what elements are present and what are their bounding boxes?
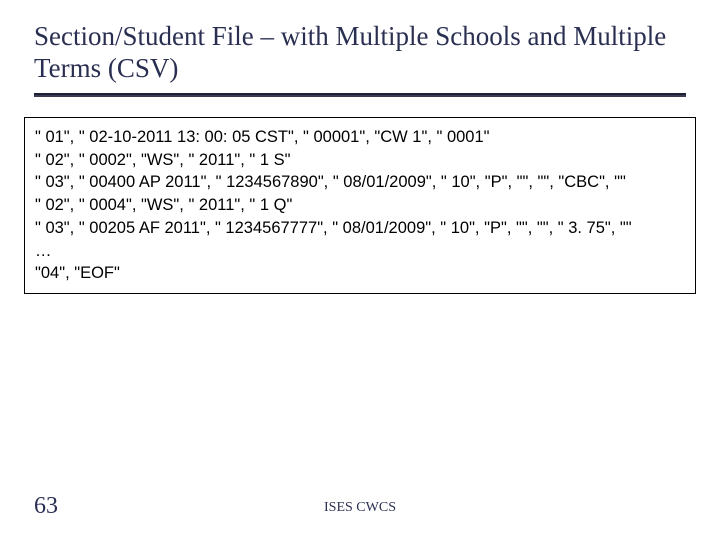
title-underline bbox=[34, 93, 686, 97]
csv-line: " 02", " 0004", "WS", " 2011", " 1 Q" bbox=[35, 194, 685, 217]
slide-title: Section/Student File – with Multiple Sch… bbox=[34, 20, 686, 85]
slide: Section/Student File – with Multiple Sch… bbox=[0, 0, 720, 540]
page-number: 63 bbox=[34, 493, 58, 520]
csv-line: " 01", " 02-10-2011 13: 00: 05 CST", " 0… bbox=[35, 126, 685, 149]
csv-line: " 02", " 0002", "WS", " 2011", " 1 S" bbox=[35, 149, 685, 172]
csv-line: " 03", " 00400 AP 2011", " 1234567890", … bbox=[35, 171, 685, 194]
csv-content-box: " 01", " 02-10-2011 13: 00: 05 CST", " 0… bbox=[24, 117, 696, 294]
footer-label: ISES CWCS bbox=[324, 500, 396, 516]
title-block: Section/Student File – with Multiple Sch… bbox=[0, 0, 720, 103]
csv-ellipsis: … bbox=[35, 240, 685, 263]
csv-line: " 03", " 00205 AF 2011", " 1234567777", … bbox=[35, 217, 685, 240]
csv-line: "04", "EOF" bbox=[35, 262, 685, 285]
footer: 63 ISES CWCS bbox=[0, 490, 720, 520]
